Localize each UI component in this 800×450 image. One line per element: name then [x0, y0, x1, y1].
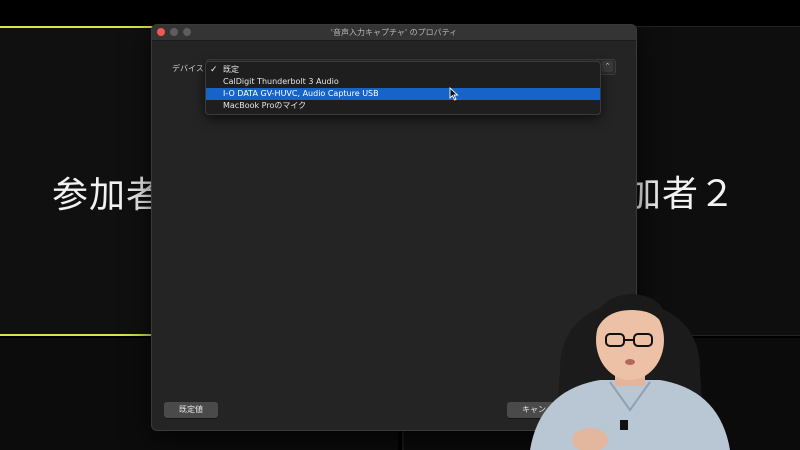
mouse-pointer-icon	[449, 87, 459, 101]
participant-name-right: 加者２	[624, 174, 736, 215]
window-title: '音声入力キャプチャ' のプロパティ	[330, 28, 458, 37]
dropdown-option-default[interactable]: ✓ 既定	[206, 64, 600, 76]
option-label: 既定	[223, 65, 239, 74]
checkmark-icon: ✓	[210, 65, 218, 75]
option-label: CalDigit Thunderbolt 3 Audio	[223, 77, 339, 86]
presenter-image	[530, 294, 730, 450]
device-label: デバイス	[172, 64, 204, 73]
participant-name-left: 参加者	[52, 175, 164, 216]
device-dropdown-menu: ✓ 既定 CalDigit Thunderbolt 3 Audio I-O DA…	[205, 61, 601, 115]
window-titlebar[interactable]: '音声入力キャプチャ' のプロパティ	[152, 25, 636, 41]
close-icon[interactable]	[157, 28, 165, 36]
dropdown-option-io-data[interactable]: I-O DATA GV-HUVC, Audio Capture USB	[206, 88, 600, 100]
defaults-button[interactable]: 既定値	[164, 402, 218, 418]
option-label: I-O DATA GV-HUVC, Audio Capture USB	[223, 89, 379, 98]
dropdown-option-macbook-mic[interactable]: MacBook Proのマイク	[206, 100, 600, 112]
option-label: MacBook Proのマイク	[223, 101, 307, 110]
chevron-updown-icon[interactable]: ⌃	[602, 61, 613, 72]
dropdown-option-caldigit[interactable]: CalDigit Thunderbolt 3 Audio	[206, 76, 600, 88]
window-controls	[157, 28, 191, 36]
zoom-icon[interactable]	[183, 28, 191, 36]
minimize-icon[interactable]	[170, 28, 178, 36]
